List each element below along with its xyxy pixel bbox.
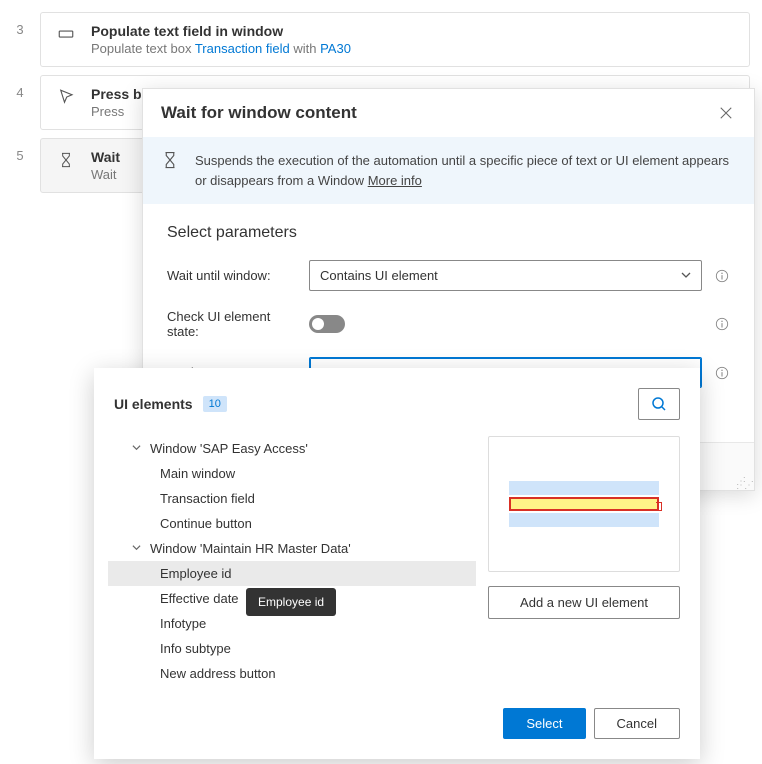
close-icon [719,106,733,120]
section-title: Select parameters [167,224,730,242]
tree-group-label: Window 'SAP Easy Access' [150,441,308,456]
tree-item-label: Continue button [160,516,252,531]
tree-group[interactable]: Window 'SAP Easy Access' [114,436,470,461]
hourglass-icon [55,149,77,171]
step-number: 5 [0,138,40,193]
ui-elements-picker: UI elements 10 Window 'SAP Easy Access' … [94,368,700,759]
hourglass-icon [161,151,181,190]
chevron-down-icon [132,443,150,455]
desc-text: Populate text box [91,41,195,56]
tree-item-label: Infotype [160,616,206,631]
tree-item[interactable]: Continue button [114,511,470,536]
tree-item-label: Info subtype [160,641,231,656]
search-icon [651,396,667,412]
param-label: Check UI element state: [167,309,297,339]
info-icon[interactable] [714,316,730,332]
info-description: Suspends the execution of the automation… [195,153,729,188]
tree-item-label: Effective date [160,591,239,606]
tree-item-label: Main window [160,466,235,481]
desc-text: with [290,41,320,56]
desc-value: PA30 [320,41,351,56]
resize-handle[interactable]: ⋰⋰⋰ [736,480,752,488]
dialog-header: Wait for window content [143,89,754,137]
add-ui-element-button[interactable]: Add a new UI element [488,586,680,619]
more-info-link[interactable]: More info [368,173,422,188]
wait-until-select[interactable]: Contains UI element [309,260,702,291]
tree-item[interactable]: Infotype [114,611,470,636]
tree-group[interactable]: Window 'Maintain HR Master Data' [114,536,470,561]
picker-title: UI elements [114,396,193,412]
tree-item-selected[interactable]: Employee id [108,561,476,586]
info-text: Suspends the execution of the automation… [195,151,736,190]
info-icon[interactable] [714,365,730,381]
chevron-down-icon [681,268,691,283]
cursor-icon [55,86,77,108]
textbox-icon [55,23,77,45]
flow-step: 3 Populate text field in window Populate… [0,12,750,67]
tree-item[interactable]: Info subtype [114,636,470,661]
select-value: Contains UI element [320,268,438,283]
step-card[interactable]: Populate text field in window Populate t… [40,12,750,67]
param-row-wait-until: Wait until window: Contains UI element [167,260,730,291]
check-state-toggle[interactable] [309,315,345,333]
tree-item-label: Transaction field [160,491,255,506]
param-row-check-state: Check UI element state: [167,309,730,339]
count-badge: 10 [203,396,227,412]
tree-item[interactable]: Main window [114,461,470,486]
info-icon[interactable] [714,268,730,284]
tree-item[interactable]: Transaction field [114,486,470,511]
step-number: 3 [0,12,40,67]
tree-item[interactable]: Effective date [114,586,470,611]
cancel-button[interactable]: Cancel [594,708,680,739]
step-description: Populate text box Transaction field with… [91,41,735,56]
dialog-title: Wait for window content [161,103,357,123]
desc-link[interactable]: Transaction field [195,41,290,56]
close-button[interactable] [716,103,736,123]
element-preview [488,436,680,572]
ui-element-tree: Window 'SAP Easy Access' Main window Tra… [114,436,470,686]
chevron-down-icon [132,543,150,555]
tree-group-label: Window 'Maintain HR Master Data' [150,541,351,556]
step-number: 4 [0,75,40,130]
step-title: Populate text field in window [91,23,735,39]
tree-item-label: Employee id [160,566,232,581]
tree-item-label: New address button [160,666,276,681]
search-button[interactable] [638,388,680,420]
info-banner: Suspends the execution of the automation… [143,137,754,204]
tree-item[interactable]: New address button [114,661,470,686]
param-label: Wait until window: [167,268,297,283]
select-button[interactable]: Select [503,708,585,739]
